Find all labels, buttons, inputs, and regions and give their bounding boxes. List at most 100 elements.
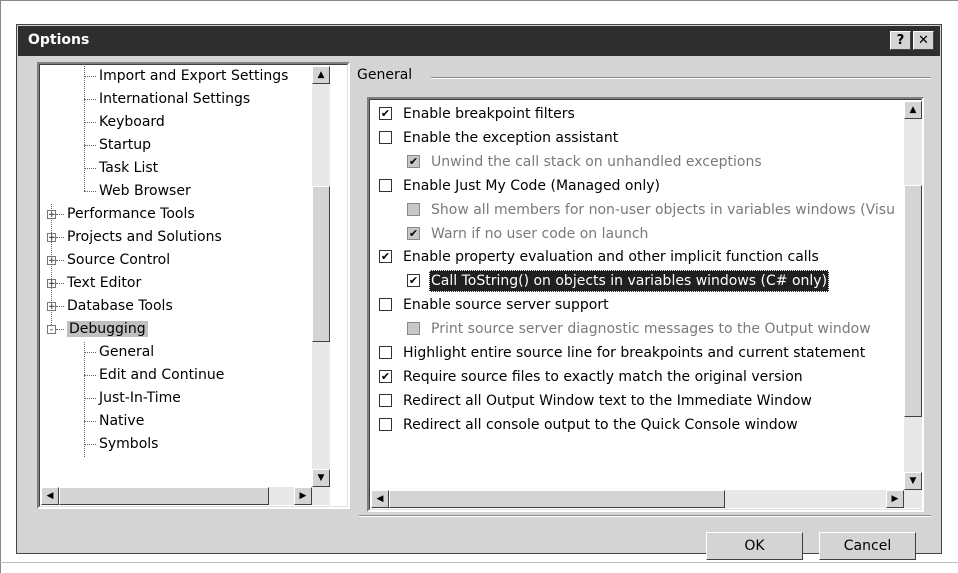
page-border-bottom — [0, 562, 958, 563]
tree-connector — [84, 191, 96, 192]
tree-item[interactable]: Keyboard — [99, 112, 165, 132]
option-label: Call ToString() on objects in variables … — [429, 270, 830, 292]
scroll-down-icon[interactable]: ▼ — [904, 472, 922, 490]
page-border-left — [0, 0, 1, 573]
tree-item[interactable]: Edit and Continue — [99, 365, 224, 385]
options-vscroll-thumb[interactable] — [904, 185, 922, 417]
tree-item-label: Performance Tools — [67, 206, 195, 222]
tree-item[interactable]: Web Browser — [99, 181, 191, 201]
scroll-right-icon[interactable]: ▶ — [294, 487, 312, 505]
tree-item[interactable]: Import and Export Settings — [99, 66, 288, 86]
tree-connector — [56, 306, 64, 307]
scroll-left-icon[interactable]: ◀ — [371, 490, 389, 508]
checkbox-unchecked[interactable] — [379, 298, 392, 311]
option-label: Enable Just My Code (Managed only) — [403, 178, 660, 194]
tree-item[interactable]: Source Control — [67, 250, 170, 270]
checkbox-unchecked[interactable] — [379, 418, 392, 431]
tree-item-label: Startup — [99, 137, 151, 153]
collapse-icon[interactable]: - — [47, 325, 56, 335]
options-vertical-scrollbar[interactable]: ▲ ▼ — [904, 101, 922, 490]
tree-connector — [84, 398, 96, 399]
tree-item[interactable]: General — [99, 342, 154, 362]
group-divider — [431, 77, 931, 79]
tree-connector — [84, 76, 96, 77]
option-label: Print source server diagnostic messages … — [431, 321, 871, 337]
option-label: Show all members for non-user objects in… — [431, 202, 895, 218]
checkbox-checked[interactable]: ✔ — [379, 107, 392, 120]
tree-item[interactable]: Symbols — [99, 434, 158, 454]
title-bar[interactable]: Options ? ✕ — [18, 26, 940, 56]
tree-item-label: International Settings — [99, 91, 251, 107]
tree-item-label: Edit and Continue — [99, 367, 225, 383]
tree-item-label: Source Control — [67, 252, 171, 268]
scroll-left-icon[interactable]: ◀ — [41, 487, 59, 505]
checkbox-checked[interactable]: ✔ — [379, 250, 392, 263]
options-dialog: Options ? ✕ Import and Export Settings In… — [16, 24, 942, 560]
tree-item[interactable]: Database Tools — [67, 296, 173, 316]
checkbox-unchecked[interactable] — [379, 346, 392, 359]
category-tree[interactable]: Import and Export Settings International … — [37, 62, 350, 509]
window-title: Options — [28, 32, 90, 48]
checkbox-unchecked[interactable] — [379, 131, 392, 144]
checkbox-unchecked[interactable] — [379, 394, 392, 407]
tree-connector — [84, 64, 85, 191]
tree-item[interactable]: Just-In-Time — [99, 388, 181, 408]
options-list[interactable]: ✔ Enable breakpoint filters Enable the exc… — [367, 97, 924, 512]
cancel-button[interactable]: Cancel — [819, 532, 916, 560]
option-label: Warn if no user code on launch — [431, 226, 649, 242]
close-button[interactable]: ✕ — [913, 31, 934, 50]
tree-item[interactable]: Performance Tools — [67, 204, 195, 224]
scroll-up-icon[interactable]: ▲ — [312, 66, 330, 84]
tree-item-label: Just-In-Time — [99, 390, 181, 406]
checkbox-unchecked[interactable] — [407, 322, 420, 335]
tree-item-label: Task List — [99, 160, 159, 176]
checkbox-checked[interactable]: ✔ — [407, 227, 420, 240]
tree-connector — [84, 352, 96, 353]
tree-connector — [84, 421, 96, 422]
tree-connector — [56, 329, 64, 330]
checkbox-unchecked[interactable] — [407, 203, 420, 216]
tree-item-label: Database Tools — [67, 298, 173, 314]
scroll-down-icon[interactable]: ▼ — [312, 469, 330, 487]
option-label: Redirect all Output Window text to the I… — [403, 393, 812, 409]
option-label: Highlight entire source line for breakpo… — [403, 345, 866, 361]
tree-connector — [51, 204, 52, 325]
ok-button[interactable]: OK — [706, 532, 803, 560]
page-border-top — [0, 0, 958, 1]
button-separator — [359, 515, 931, 517]
tree-vertical-scrollbar[interactable]: ▲ ▼ — [312, 66, 330, 487]
option-label: Enable the exception assistant — [403, 130, 619, 146]
tree-item[interactable]: Text Editor — [67, 273, 141, 293]
tree-item[interactable]: Projects and Solutions — [67, 227, 222, 247]
tree-item-label: Symbols — [99, 436, 159, 452]
checkbox-checked[interactable]: ✔ — [407, 155, 420, 168]
tree-item-label: Web Browser — [99, 183, 191, 199]
tree-connector — [56, 283, 64, 284]
options-hscroll-thumb[interactable] — [389, 490, 725, 508]
tree-connector — [84, 342, 85, 457]
tree-connector — [84, 145, 96, 146]
tree-item[interactable]: Native — [99, 411, 144, 431]
scroll-up-icon[interactable]: ▲ — [904, 101, 922, 119]
tree-connector — [84, 99, 96, 100]
tree-item[interactable]: Debugging — [67, 319, 148, 339]
tree-item-label: Native — [99, 413, 145, 429]
checkbox-checked[interactable]: ✔ — [407, 274, 420, 287]
tree-item[interactable]: International Settings — [99, 89, 250, 109]
tree-item[interactable]: Task List — [99, 158, 158, 178]
options-horizontal-scrollbar[interactable]: ◀ ▶ — [371, 490, 922, 508]
tree-item-label: Text Editor — [67, 275, 142, 291]
scroll-right-icon[interactable]: ▶ — [886, 490, 904, 508]
tree-item-label: Projects and Solutions — [67, 229, 222, 245]
option-label: Redirect all console output to the Quick… — [403, 417, 798, 433]
tree-horizontal-scrollbar[interactable]: ◀ ▶ — [41, 487, 330, 505]
tree-vscroll-thumb[interactable] — [312, 186, 330, 342]
tree-item-label: Keyboard — [99, 114, 165, 130]
tree-hscroll-thumb[interactable] — [59, 487, 269, 505]
help-button[interactable]: ? — [890, 31, 911, 50]
tree-connector — [56, 214, 64, 215]
checkbox-unchecked[interactable] — [379, 179, 392, 192]
tree-item[interactable]: Startup — [99, 135, 151, 155]
checkbox-checked[interactable]: ✔ — [379, 370, 392, 383]
tree-connector — [84, 168, 96, 169]
